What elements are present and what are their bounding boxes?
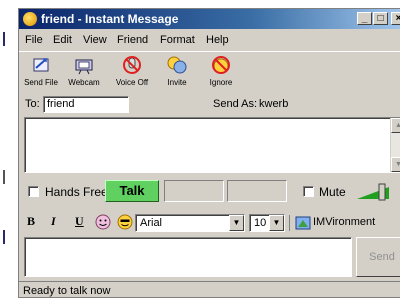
menu-help[interactable]: Help (206, 34, 229, 46)
recipient-row: To: friend Send As: kwerb (19, 95, 400, 115)
background-mark (3, 230, 15, 244)
close-button[interactable]: × (391, 12, 400, 25)
to-field[interactable]: friend (43, 96, 129, 113)
scroll-up-arrow-icon[interactable]: ▲ (391, 118, 400, 133)
menu-bar: File Edit View Friend Format Help (19, 31, 400, 49)
font-select[interactable]: Arial ▼ (135, 214, 245, 232)
to-label: To: (25, 98, 40, 110)
chevron-down-icon[interactable]: ▼ (269, 215, 284, 231)
voice-off-label: Voice Off (115, 78, 149, 87)
toolbar-divider (289, 215, 290, 231)
format-toolbar: B I U Arial ▼ 10 ▼ IMVironment (19, 211, 400, 233)
emoticon-icon (95, 214, 111, 230)
scroll-down-arrow-icon[interactable]: ▼ (391, 157, 400, 172)
chevron-down-icon[interactable]: ▼ (229, 215, 244, 231)
menu-format[interactable]: Format (160, 34, 195, 46)
menu-file[interactable]: File (25, 34, 43, 46)
smiley-button[interactable] (117, 214, 133, 233)
font-size-select[interactable]: 10 ▼ (249, 214, 285, 232)
imvironment-icon (295, 216, 311, 230)
conversation-transcript[interactable]: ▲ ▼ (24, 117, 400, 173)
underline-button[interactable]: U (75, 214, 84, 229)
talk-button[interactable]: Talk (105, 180, 159, 202)
voice-off-icon (121, 54, 143, 76)
invite-button[interactable]: Invite (157, 54, 197, 94)
hands-free-checkbox[interactable] (28, 186, 39, 197)
send-file-icon (30, 54, 52, 76)
webcam-icon (73, 54, 95, 76)
send-as-label: Send As: (213, 98, 258, 110)
send-button[interactable]: Send (356, 237, 400, 277)
menu-edit[interactable]: Edit (53, 34, 72, 46)
voice-meter-right (227, 180, 287, 202)
font-value: Arial (140, 217, 163, 229)
menu-friend[interactable]: Friend (117, 34, 148, 46)
volume-slider[interactable] (355, 183, 395, 201)
toolbar: Send File Webcam Voice Off Invite Ignore (19, 51, 400, 94)
minimize-button[interactable]: _ (357, 12, 372, 25)
font-size-value: 10 (254, 217, 267, 229)
smiley-icon (117, 214, 133, 230)
maximize-button[interactable]: □ (373, 12, 388, 25)
mute-checkbox[interactable] (303, 186, 314, 197)
emoticon-button[interactable] (95, 214, 111, 233)
italic-button[interactable]: I (51, 214, 56, 229)
send-file-button[interactable]: Send File (21, 54, 61, 94)
status-text: Ready to talk now (23, 285, 111, 297)
status-bar: Ready to talk now (19, 281, 400, 300)
mute-label: Mute (319, 185, 346, 199)
imvironment-label: IMVironment (313, 216, 376, 228)
transcript-scrollbar[interactable]: ▲ ▼ (390, 118, 400, 172)
send-as-value: kwerb (259, 98, 289, 110)
menu-view[interactable]: View (83, 34, 107, 46)
messenger-smiley-icon (23, 12, 37, 26)
imvironment-button[interactable] (295, 215, 311, 234)
webcam-button[interactable]: Webcam (61, 54, 107, 94)
bold-button[interactable]: B (27, 214, 35, 229)
voice-controls: Hands Free Talk Mute (19, 177, 400, 207)
ignore-label: Ignore (209, 78, 233, 87)
instant-message-window: friend - Instant Message _ □ × File Edit… (18, 8, 400, 298)
ignore-icon (210, 54, 232, 76)
voice-meter-left (164, 180, 224, 202)
webcam-label: Webcam (68, 78, 100, 87)
background-mark (3, 32, 15, 46)
invite-icon (166, 54, 188, 76)
background-mark (3, 170, 15, 184)
to-value: friend (47, 98, 75, 110)
invite-label: Invite (167, 78, 187, 87)
window-title: friend - Instant Message (41, 12, 179, 26)
send-file-label: Send File (24, 78, 58, 87)
hands-free-label: Hands Free (45, 185, 108, 199)
voice-off-button[interactable]: Voice Off (109, 54, 155, 94)
ignore-button[interactable]: Ignore (201, 54, 241, 94)
message-compose-box[interactable] (24, 237, 352, 277)
title-bar[interactable]: friend - Instant Message _ □ × (19, 9, 400, 29)
